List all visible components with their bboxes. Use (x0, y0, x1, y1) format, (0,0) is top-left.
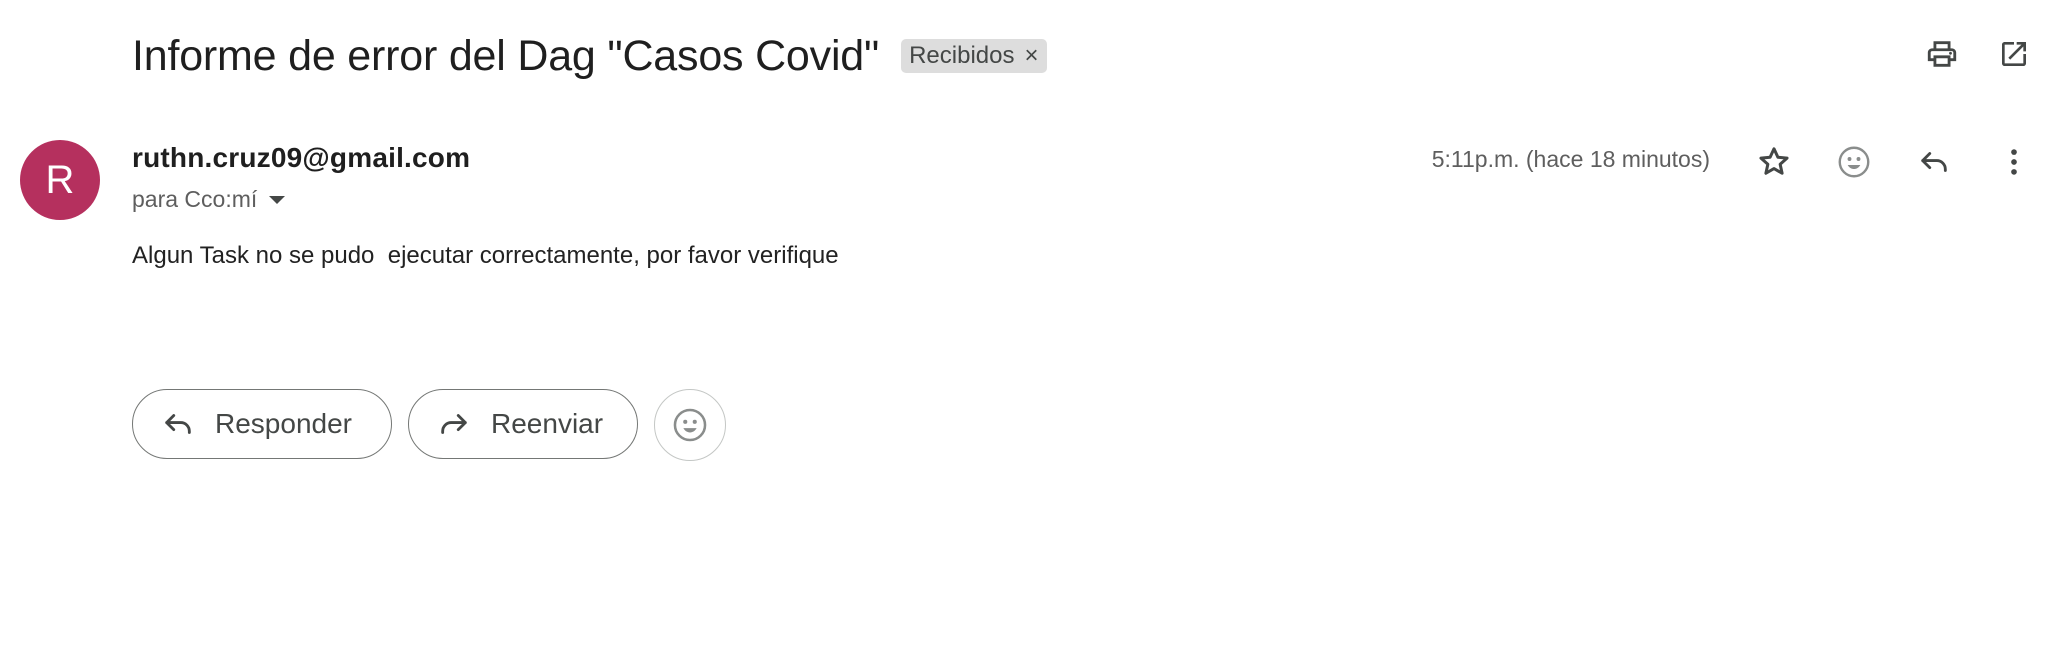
star-button[interactable] (1754, 142, 1794, 182)
reply-button-label: Responder (215, 408, 352, 439)
reply-icon (1921, 152, 1947, 172)
email-timestamp: 5:11p.m. (hace 18 minutos) (1431, 146, 1710, 172)
reply-header-button[interactable] (1914, 142, 1954, 182)
forward-button[interactable]: Reenviar (408, 389, 638, 459)
open-in-new-window-button[interactable] (1996, 36, 2032, 72)
label-chip-inbox[interactable]: Recibidos × (901, 39, 1047, 73)
recipients-text: para Cco:mí (132, 186, 258, 212)
star-icon (1759, 147, 1789, 175)
email-subject: Informe de error del Dag "Casos Covid" (132, 31, 880, 80)
emoji-reaction-button[interactable] (654, 389, 726, 461)
sender-address[interactable]: ruthn.cruz09@gmail.com (132, 142, 470, 174)
more-options-icon (2011, 149, 2017, 175)
remove-label-icon[interactable]: × (1024, 42, 1038, 70)
emoji-reaction-icon (1838, 146, 1870, 178)
email-body: Algun Task no se pudo ejecutar correctam… (132, 242, 839, 269)
print-button[interactable] (1924, 36, 1960, 72)
emoji-reaction-icon (673, 408, 707, 442)
print-icon (1927, 41, 1957, 67)
show-details-caret-icon[interactable] (269, 195, 286, 204)
label-chip-text: Recibidos (909, 42, 1015, 69)
email-subject-row: Informe de error del Dag "Casos Covid" R… (132, 22, 1047, 90)
reply-button[interactable]: Responder (132, 389, 392, 459)
more-options-button[interactable] (1994, 142, 2034, 182)
open-in-new-window-icon (2002, 42, 2026, 66)
add-reaction-button[interactable] (1834, 142, 1874, 182)
forward-icon (437, 407, 471, 441)
recipients-line: para Cco:mí (132, 186, 286, 213)
reply-icon (161, 407, 195, 441)
sender-avatar[interactable]: R (20, 140, 100, 220)
forward-button-label: Reenviar (491, 408, 604, 439)
